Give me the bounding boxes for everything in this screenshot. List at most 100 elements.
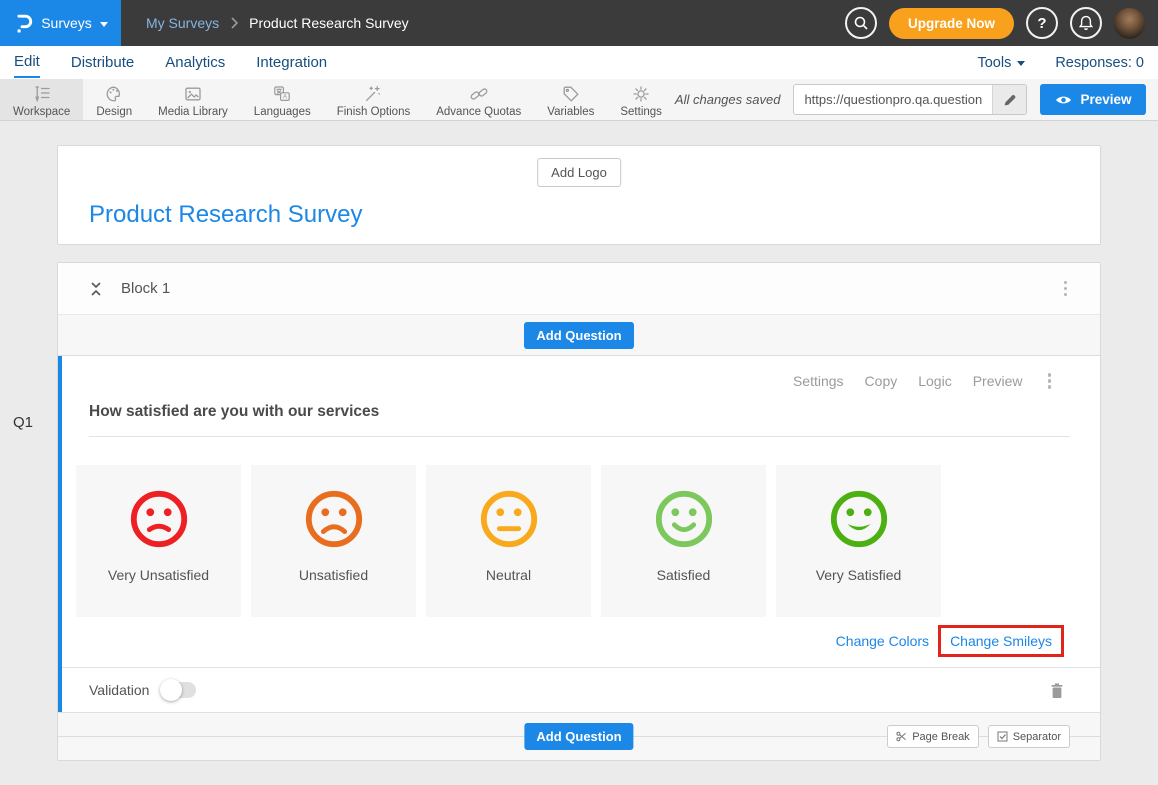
question-actions: Settings Copy Logic Preview — [62, 368, 1100, 394]
bell-icon — [1078, 15, 1094, 31]
topbar-actions: Upgrade Now ? — [845, 7, 1158, 39]
question-preview-link[interactable]: Preview — [973, 373, 1023, 389]
pencil-icon — [1003, 93, 1017, 107]
toolbar-right: All changes saved Preview — [675, 79, 1158, 120]
collapse-icon — [89, 281, 103, 297]
question-logic-link[interactable]: Logic — [918, 373, 951, 389]
footer-tools: Page Break Separator — [887, 725, 1070, 748]
search-icon — [853, 15, 869, 31]
option-very-satisfied[interactable]: Very Satisfied — [776, 465, 941, 617]
avatar[interactable] — [1114, 8, 1145, 39]
survey-canvas: Q1 Add Logo Product Research Survey Bloc… — [0, 121, 1158, 761]
validation-row: Validation — [62, 667, 1100, 712]
workspace-icon — [32, 84, 52, 104]
questionpro-logo-icon — [13, 11, 33, 35]
edit-url-button[interactable] — [992, 85, 1026, 114]
smiley-very-satisfied-icon — [828, 488, 890, 550]
trash-icon — [1050, 682, 1064, 699]
survey-url-input[interactable] — [794, 85, 992, 114]
collapse-block-button[interactable] — [87, 279, 105, 299]
option-very-unsatisfied[interactable]: Very Unsatisfied — [76, 465, 241, 617]
smiley-unsatisfied-icon — [303, 488, 365, 550]
upgrade-button[interactable]: Upgrade Now — [889, 8, 1014, 39]
editor-toolbar: Workspace Design Media Library — [0, 79, 1158, 121]
translate-icon: A — [272, 84, 292, 104]
survey-url-group — [793, 84, 1027, 115]
subnav-right: Tools Responses: 0 — [977, 55, 1144, 71]
toolbar-item-finish-options[interactable]: Finish Options — [324, 79, 424, 120]
help-button[interactable]: ? — [1026, 7, 1058, 39]
tools-label: Tools — [977, 55, 1011, 71]
change-smileys-link[interactable]: Change Smileys — [950, 633, 1052, 649]
topbar: Surveys My Surveys Product Research Surv… — [0, 0, 1158, 46]
option-satisfied[interactable]: Satisfied — [601, 465, 766, 617]
add-question-button-top[interactable]: Add Question — [524, 322, 633, 349]
block-menu-button[interactable] — [1060, 277, 1072, 301]
question-menu-button[interactable] — [1044, 369, 1056, 393]
question-mark-icon: ? — [1037, 15, 1046, 32]
smiley-config-links: Change Colors Change Smileys — [62, 625, 1064, 657]
option-unsatisfied[interactable]: Unsatisfied — [251, 465, 416, 617]
toolbar-item-design[interactable]: Design — [83, 79, 145, 120]
separator-button[interactable]: Separator — [988, 725, 1070, 748]
question-copy-link[interactable]: Copy — [865, 373, 898, 389]
notifications-button[interactable] — [1070, 7, 1102, 39]
chevron-down-icon — [100, 22, 108, 27]
question-card: Settings Copy Logic Preview How satisfie… — [58, 356, 1100, 712]
chevron-right-icon — [230, 17, 238, 29]
responses-count[interactable]: Responses: 0 — [1055, 55, 1144, 71]
checkbox-icon — [997, 731, 1008, 742]
breadcrumb-current: Product Research Survey — [249, 15, 409, 31]
add-question-button-bottom[interactable]: Add Question — [524, 723, 633, 750]
chain-links-icon — [469, 84, 489, 104]
preview-button[interactable]: Preview — [1040, 84, 1146, 115]
block-header: Block 1 — [58, 263, 1100, 315]
delete-question-button[interactable] — [1050, 682, 1064, 699]
kebab-icon — [1048, 373, 1052, 377]
survey-title-card: Add Logo Product Research Survey — [57, 145, 1101, 245]
smiley-options: Very Unsatisfied Unsatisfied — [76, 465, 1100, 617]
validation-toggle[interactable] — [162, 682, 196, 698]
preview-label: Preview — [1080, 92, 1131, 107]
eye-icon — [1055, 94, 1072, 106]
breadcrumb-my-surveys[interactable]: My Surveys — [146, 15, 219, 31]
block-title[interactable]: Block 1 — [121, 280, 170, 297]
wand-icon — [363, 84, 383, 104]
block-card: Block 1 Add Question Settings Copy Logic… — [57, 262, 1101, 761]
image-icon — [183, 84, 203, 104]
toolbar-item-variables[interactable]: Variables — [534, 79, 607, 120]
product-switcher-label: Surveys — [41, 15, 92, 31]
tab-integration[interactable]: Integration — [256, 48, 327, 77]
add-question-strip-top: Add Question — [58, 315, 1100, 356]
breadcrumb: My Surveys Product Research Survey — [146, 15, 409, 31]
tab-distribute[interactable]: Distribute — [71, 48, 134, 77]
option-neutral[interactable]: Neutral — [426, 465, 591, 617]
tab-edit[interactable]: Edit — [14, 47, 40, 78]
annotation-highlight: Change Smileys — [938, 625, 1064, 657]
question-number: Q1 — [13, 414, 33, 431]
toolbar-item-advance-quotas[interactable]: Advance Quotas — [423, 79, 534, 120]
page-break-button[interactable]: Page Break — [887, 725, 978, 748]
question-settings-link[interactable]: Settings — [793, 373, 844, 389]
toolbar-item-languages[interactable]: A Languages — [241, 79, 324, 120]
survey-nav: Edit Distribute Analytics Integration To… — [0, 46, 1158, 79]
toolbar-item-media-library[interactable]: Media Library — [145, 79, 241, 120]
kebab-icon — [1064, 281, 1068, 285]
gear-icon — [631, 84, 651, 104]
smiley-satisfied-icon — [653, 488, 715, 550]
block-footer: Add Question Page Break Separator — [58, 712, 1100, 760]
search-button[interactable] — [845, 7, 877, 39]
scissors-icon — [896, 731, 907, 742]
question-text[interactable]: How satisfied are you with our services — [89, 403, 1070, 437]
product-switcher[interactable]: Surveys — [0, 0, 121, 46]
add-logo-button[interactable]: Add Logo — [537, 158, 621, 187]
smiley-neutral-icon — [478, 488, 540, 550]
palette-icon — [104, 84, 124, 104]
change-colors-link[interactable]: Change Colors — [836, 633, 929, 649]
tag-icon — [561, 84, 581, 104]
toolbar-item-workspace[interactable]: Workspace — [0, 79, 83, 120]
tools-menu[interactable]: Tools — [977, 55, 1025, 71]
save-status: All changes saved — [675, 92, 781, 107]
toolbar-item-settings[interactable]: Settings — [607, 79, 675, 120]
tab-analytics[interactable]: Analytics — [165, 48, 225, 77]
